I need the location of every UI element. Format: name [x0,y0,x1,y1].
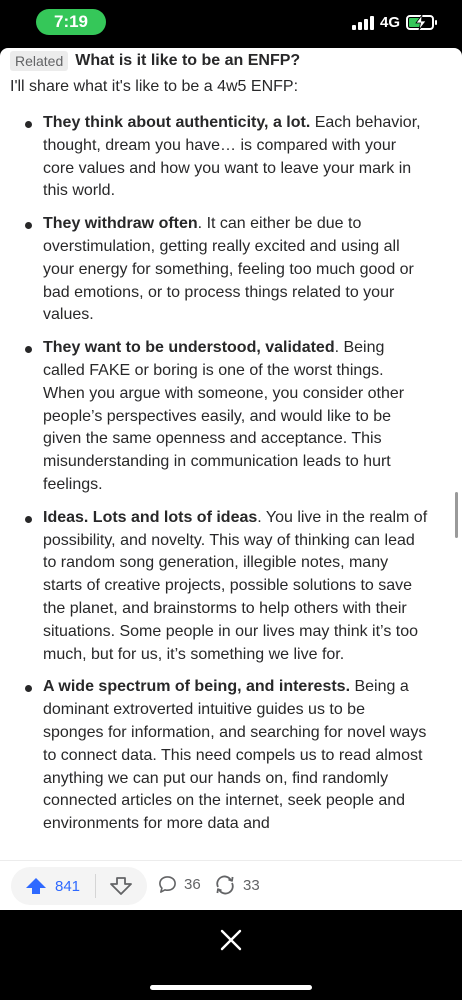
list-item-heading: They withdraw often [43,215,198,233]
list-item-heading: Ideas. Lots and lots of ideas [43,508,258,526]
bullet-icon [25,515,32,523]
list-item-heading: A wide spectrum of being, and interests. [43,678,351,696]
battery-icon [406,15,437,30]
comment-icon [159,876,176,893]
list-item: Ideas. Lots and lots of ideas. You live … [10,507,462,667]
action-bar: 841 36 33 [0,860,462,910]
comment-count: 36 [184,876,201,893]
share-icon [216,875,234,895]
answer-sheet: Related What is it like to be an ENFP? I… [0,48,462,910]
list-item: They think about authenticity, a lot. Ea… [10,112,462,203]
list-item-text: . You live in the realm of possibility, … [43,508,428,663]
list-item-text: . Being called FAKE or boring is one of … [43,339,405,493]
bullet-icon [25,121,32,128]
home-indicator[interactable] [150,985,312,990]
answer-intro: I'll share what it's like to be a 4w5 EN… [10,78,299,95]
related-question[interactable]: Related What is it like to be an ENFP? [10,49,462,73]
close-icon [220,929,242,951]
bullet-icon [25,685,32,693]
list-item-heading: They want to be understood, validated [43,339,335,357]
answer-content: Related What is it like to be an ENFP? I… [0,48,462,860]
list-item: A wide spectrum of being, and interests.… [10,676,462,836]
share-count: 33 [243,876,260,894]
status-indicators: 4G [351,14,437,31]
answer-list: They think about authenticity, a lot. Ea… [10,112,462,836]
bullet-icon [25,222,32,230]
upvote-icon [26,878,46,894]
vote-control: 841 [11,867,147,905]
comment-button[interactable]: 36 [158,875,201,894]
bullet-icon [25,346,32,354]
share-button[interactable]: 33 [214,875,260,895]
status-time: 7:19 [36,9,106,35]
list-item: They withdraw often. It can either be du… [10,213,462,327]
related-tag: Related [10,51,69,71]
related-question-title[interactable]: What is it like to be an ENFP? [75,52,300,70]
upvote-count: 841 [55,877,81,895]
signal-icon [351,15,374,30]
status-bar: 7:19 4G [0,0,462,46]
scrollbar[interactable] [455,492,458,538]
downvote-button[interactable] [96,867,146,905]
upvote-button[interactable]: 841 [11,867,95,905]
close-button[interactable] [216,925,246,955]
list-item-heading: They think about authenticity, a lot. [43,114,311,131]
downvote-icon [110,877,132,895]
list-item: They want to be understood, validated. B… [10,337,462,497]
list-item-text: Being a dominant extroverted intuitive g… [43,678,427,833]
network-type: 4G [379,14,400,31]
